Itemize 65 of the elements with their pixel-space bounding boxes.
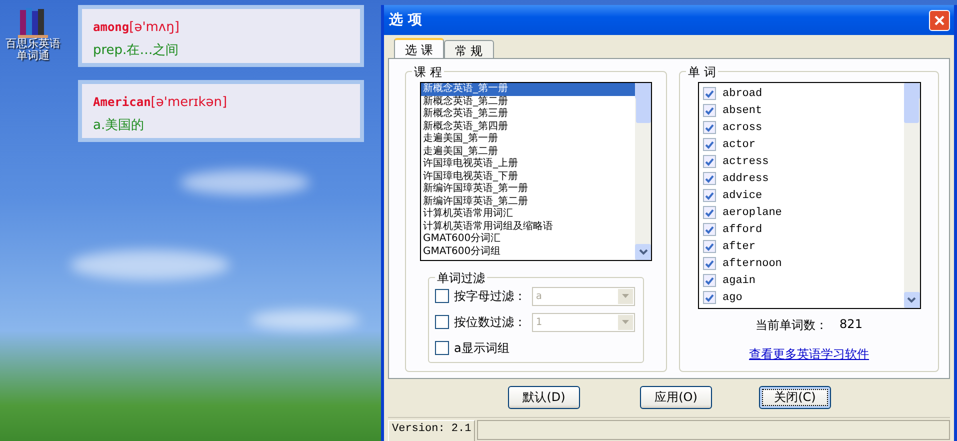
checkbox[interactable]: [702, 274, 716, 287]
tab[interactable]: 选 课: [394, 38, 444, 58]
desktop-icon-label[interactable]: 百思乐英语单词通: [3, 38, 63, 62]
checkbox[interactable]: [702, 257, 716, 270]
scrollbar-thumb[interactable]: [904, 83, 919, 123]
popup-definition: a.美国的: [93, 117, 146, 134]
word-item[interactable]: after: [722, 240, 756, 252]
checkbox[interactable]: [702, 138, 716, 151]
word-item[interactable]: advice: [722, 190, 762, 202]
window-title: 选 项: [389, 11, 422, 29]
course-item[interactable]: 计算机英语常用词组及缩略语: [421, 220, 635, 233]
dialog-button[interactable]: 应用(O): [640, 386, 712, 409]
course-item[interactable]: 计算机英语常用词汇: [421, 208, 635, 220]
word-count: 821: [840, 317, 862, 333]
checkbox[interactable]: [702, 87, 716, 100]
popup-word: American: [93, 95, 151, 109]
course-item[interactable]: 新编许国璋英语_第一册: [421, 183, 635, 196]
word-item[interactable]: actor: [722, 138, 756, 150]
popup-word: among: [93, 20, 130, 34]
popup-phonetic: [ə'merɪkən]: [150, 95, 228, 110]
checkbox[interactable]: [702, 121, 716, 134]
course-item[interactable]: 新概念英语_第二册: [421, 96, 635, 108]
more-software-link[interactable]: 查看更多英语学习软件: [749, 346, 869, 363]
word-item[interactable]: again: [722, 274, 756, 286]
course-item[interactable]: 走遍美国_第二册: [421, 146, 635, 158]
course-item[interactable]: 许国璋电视英语_上册: [421, 158, 635, 170]
checkbox[interactable]: [702, 155, 716, 168]
close-icon: [934, 14, 945, 26]
course-item[interactable]: GMAT600分词汇: [421, 233, 635, 246]
word-list[interactable]: abroad absent across actor actress address advice aeroplane afford after afternoon again ago: [698, 82, 920, 309]
course-item[interactable]: 新编许国璋英语_第二册: [421, 196, 635, 208]
checkbox[interactable]: [702, 223, 716, 236]
tab[interactable]: 常 规: [444, 40, 494, 58]
course-item[interactable]: 新概念英语_第四册: [421, 120, 635, 133]
word-item[interactable]: actress: [722, 156, 769, 168]
word-item[interactable]: afternoon: [722, 258, 782, 270]
dropdown-arrow-icon: [622, 320, 629, 324]
checkbox[interactable]: [702, 240, 716, 253]
word-item[interactable]: aeroplane: [722, 206, 782, 218]
checkbox[interactable]: [702, 291, 716, 304]
word-item[interactable]: across: [722, 122, 762, 134]
checkbox[interactable]: [435, 341, 449, 355]
dialog-button[interactable]: 关闭(C): [759, 386, 831, 409]
checkbox-label[interactable]: a显示词组: [454, 340, 510, 356]
popup-definition: prep.在…之间: [93, 42, 180, 59]
course-item[interactable]: 走遍美国_第一册: [421, 133, 635, 146]
checkbox[interactable]: [702, 189, 716, 202]
word-item[interactable]: afford: [722, 224, 762, 236]
word-count-label: 当前单词数：: [756, 317, 828, 334]
checkbox[interactable]: [702, 104, 716, 117]
checkbox[interactable]: [702, 172, 716, 185]
checkbox[interactable]: [702, 206, 716, 219]
word-item[interactable]: abroad: [722, 88, 762, 100]
close-button[interactable]: [929, 10, 950, 30]
course-item[interactable]: 新概念英语_第三册: [421, 108, 635, 120]
course-item[interactable]: 许国璋电视英语_下册: [421, 170, 635, 183]
word-item[interactable]: ago: [722, 292, 742, 304]
dialog-button[interactable]: 默认(D): [508, 386, 580, 409]
dropdown-arrow-icon: [622, 294, 629, 298]
scrollbar-thumb[interactable]: [636, 83, 650, 123]
course-item[interactable]: GMAT600分词组: [421, 246, 635, 258]
popup-phonetic: [ə'mʌŋ]: [129, 20, 180, 35]
version-status: Version: 2.1: [388, 420, 476, 441]
word-item[interactable]: address: [722, 172, 769, 184]
word-item[interactable]: absent: [722, 104, 762, 116]
